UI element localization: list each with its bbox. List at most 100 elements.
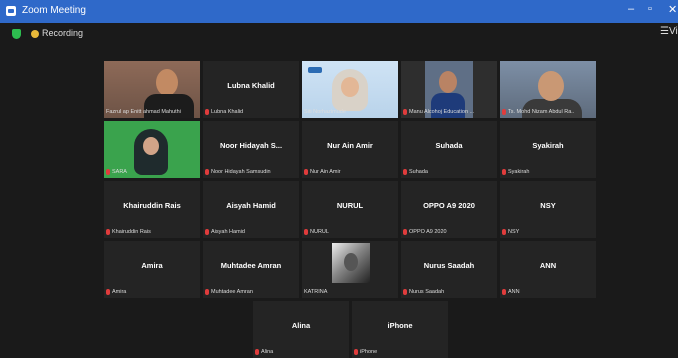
muted-mic-icon [354, 349, 358, 355]
muted-mic-icon [403, 109, 407, 115]
participant-caption-text: Amira [112, 289, 127, 295]
participant-caption: iPhone [354, 349, 446, 355]
participant-name: iPhone [387, 321, 413, 330]
participant-tile[interactable]: ANN ANN [500, 241, 596, 298]
window-title: Zoom Meeting [22, 5, 86, 16]
participant-tile[interactable]: Fazrul ap Enitt ahmad Mahuthi [104, 61, 200, 118]
muted-mic-icon [106, 229, 110, 235]
muted-mic-icon [502, 169, 506, 175]
grid-view-icon: ☰ [660, 26, 669, 37]
security-shield-icon[interactable] [12, 29, 21, 39]
participant-tile[interactable]: Ts. Mohd Nizam Abdul Ra.. [500, 61, 596, 118]
participant-caption: ANN [502, 289, 594, 295]
participant-name: Aisyah Hamid [226, 201, 276, 210]
participant-caption: Muhtadee Amran [205, 289, 297, 295]
participant-caption: Syakirah [502, 169, 594, 175]
view-button[interactable]: ☰Vi [660, 26, 678, 37]
participant-tile[interactable]: NSY NSY [500, 181, 596, 238]
minimize-button[interactable]: – [628, 3, 634, 15]
muted-mic-icon [106, 289, 110, 295]
participant-tile[interactable]: Noor Hidayah S... Noor Hidayah Samsudin [203, 121, 299, 178]
muted-mic-icon [403, 289, 407, 295]
muted-mic-icon [255, 349, 259, 355]
participant-caption-text: Alina [261, 349, 274, 355]
participant-caption-text: iPhone [360, 349, 378, 355]
participant-name: Suhada [435, 141, 463, 150]
participant-caption: Nurus Saadah [403, 289, 495, 295]
participant-caption-text: Lubna Khalid [211, 109, 244, 115]
participant-caption: Aisyah Hamid [205, 229, 297, 235]
participant-tile[interactable]: Khairuddin Rais Khairuddin Rais [104, 181, 200, 238]
participant-tile[interactable]: Nurus Saadah Nurus Saadah [401, 241, 497, 298]
participant-name: Nurus Saadah [423, 261, 475, 270]
close-button[interactable]: ✕ [668, 3, 677, 16]
participant-caption: Lubna Khalid [205, 109, 297, 115]
participant-tile[interactable]: SARA [104, 121, 200, 178]
participant-caption: OPPO A9 2020 [403, 229, 495, 235]
muted-mic-icon [205, 109, 209, 115]
participant-tile[interactable]: NURUL NURUL [302, 181, 398, 238]
participant-tile[interactable]: OPPO A9 2020 OPPO A9 2020 [401, 181, 497, 238]
participant-tile[interactable]: Muhtadee Amran Muhtadee Amran [203, 241, 299, 298]
participant-caption: Suhada [403, 169, 495, 175]
muted-mic-icon [304, 169, 308, 175]
participant-caption-text: Noor Hidayah Samsudin [211, 169, 271, 175]
participant-tile[interactable]: KATRINA [302, 241, 398, 298]
participant-tile[interactable]: Amira Amira [104, 241, 200, 298]
participant-name: NSY [540, 201, 556, 210]
participant-name: ANN [539, 261, 557, 270]
participant-tile[interactable]: Alina Alina [253, 301, 349, 358]
participant-caption: NURUL [304, 229, 396, 235]
participant-tile[interactable]: Aisyah Hamid Aisyah Hamid [203, 181, 299, 238]
participant-tile[interactable]: Manu Alcohoj Education ... [401, 61, 497, 118]
participant-name: OPPO A9 2020 [423, 201, 475, 210]
participant-caption: Khairuddin Rais [106, 229, 198, 235]
title-bar: Zoom Meeting – ▫ ✕ [0, 0, 678, 23]
participant-caption: Noor Hidayah Samsudin [205, 169, 297, 175]
participant-name: Syakirah [532, 141, 564, 150]
participant-caption: SARA [106, 169, 198, 175]
participant-caption: Siti Norhazimude [304, 109, 396, 115]
zoom-app-icon [6, 6, 16, 16]
participant-caption: Amira [106, 289, 198, 295]
participant-caption-text: Ts. Mohd Nizam Abdul Ra.. [508, 109, 575, 115]
participant-caption: NSY [502, 229, 594, 235]
participant-tile[interactable]: Suhada Suhada [401, 121, 497, 178]
participant-tile[interactable]: Lubna Khalid Lubna Khalid [203, 61, 299, 118]
participant-caption-text: KATRINA [304, 289, 328, 295]
participant-tile[interactable]: Siti Norhazimude [302, 61, 398, 118]
participant-caption: Manu Alcohoj Education ... [403, 109, 495, 115]
participant-name: Alina [291, 321, 311, 330]
participant-caption-text: Muhtadee Amran [211, 289, 253, 295]
participant-caption-text: OPPO A9 2020 [409, 229, 447, 235]
maximize-button[interactable]: ▫ [648, 3, 652, 15]
participant-name: Khairuddin Rais [123, 201, 181, 210]
participant-tile[interactable]: iPhone iPhone [352, 301, 448, 358]
participant-tile[interactable]: Syakirah Syakirah [500, 121, 596, 178]
participant-caption-text: SARA [112, 169, 127, 175]
participant-caption-text: NSY [508, 229, 520, 235]
participant-caption: Nur Ain Amir [304, 169, 396, 175]
participant-caption: Fazrul ap Enitt ahmad Mahuthi [106, 109, 198, 115]
muted-mic-icon [502, 289, 506, 295]
meeting-top-bar [0, 23, 678, 43]
participant-caption-text: Siti Norhazimude [304, 109, 346, 115]
muted-mic-icon [205, 229, 209, 235]
participant-caption-text: NURUL [310, 229, 329, 235]
participant-name: Muhtadee Amran [220, 261, 282, 270]
participant-caption-text: Nurus Saadah [409, 289, 445, 295]
participant-name: Noor Hidayah S... [219, 141, 283, 150]
participant-tile[interactable]: Nur Ain Amir Nur Ain Amir [302, 121, 398, 178]
recording-label[interactable]: Recording [42, 28, 83, 38]
muted-mic-icon [403, 229, 407, 235]
recording-icon [31, 30, 39, 38]
participant-caption-text: Manu Alcohoj Education ... [409, 109, 475, 115]
participant-caption-text: Suhada [409, 169, 428, 175]
participant-caption: Alina [255, 349, 347, 355]
participant-caption: Ts. Mohd Nizam Abdul Ra.. [502, 109, 594, 115]
muted-mic-icon [304, 229, 308, 235]
participant-caption-text: Aisyah Hamid [211, 229, 245, 235]
participant-name: NURUL [336, 201, 364, 210]
muted-mic-icon [502, 109, 506, 115]
participant-caption-text: Syakirah [508, 169, 530, 175]
